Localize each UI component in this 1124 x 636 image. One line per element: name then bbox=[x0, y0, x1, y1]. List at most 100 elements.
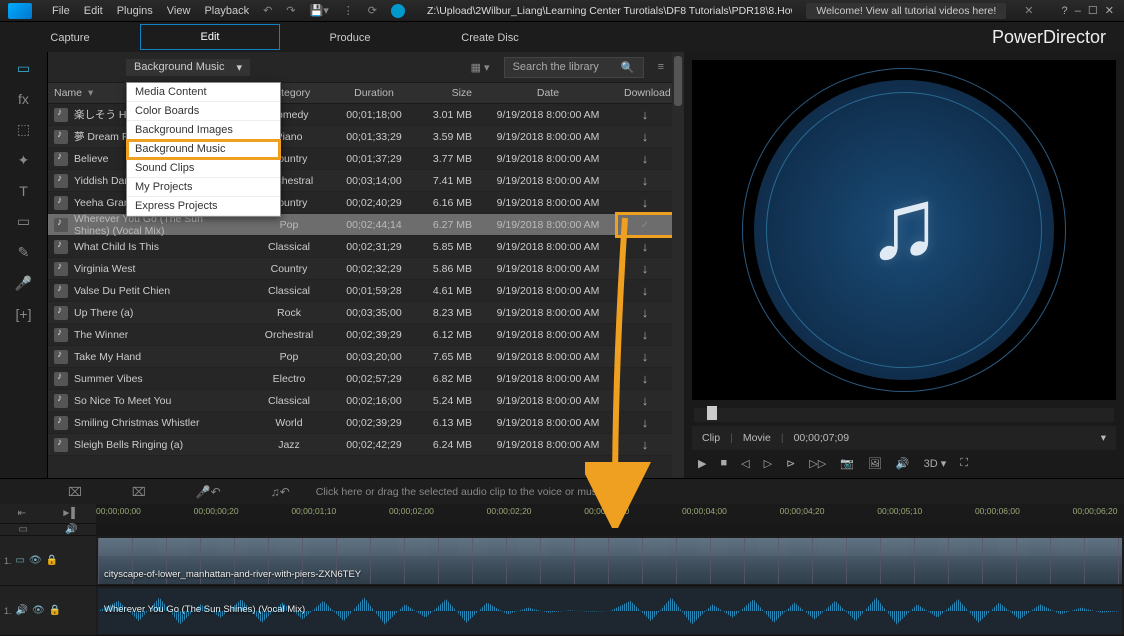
menu-icon[interactable]: ≡ bbox=[658, 61, 664, 73]
lock-icon[interactable]: 🔒 bbox=[49, 605, 61, 616]
quality-dropdown[interactable]: ▾ bbox=[1101, 432, 1106, 444]
menu-view[interactable]: View bbox=[167, 5, 191, 17]
col-date[interactable]: Date bbox=[478, 84, 618, 102]
preview-ctrl-0[interactable]: ▶ bbox=[698, 457, 706, 470]
download-icon[interactable]: ↓ bbox=[618, 236, 672, 257]
preview-ctrl-2[interactable]: ◁ bbox=[741, 457, 749, 470]
audio-track[interactable]: Wherever You Go (The Sun Shines) (Vocal … bbox=[96, 586, 1124, 636]
col-size[interactable]: Size bbox=[414, 84, 478, 102]
preview-ctrl-5[interactable]: ▷▷ bbox=[809, 457, 826, 470]
preview-ctrl-10[interactable]: ⛶ bbox=[960, 457, 968, 470]
close-banner-icon[interactable]: ✕ bbox=[1024, 4, 1033, 17]
sidebar-room-7[interactable]: 🎤 bbox=[12, 275, 36, 292]
search-input[interactable]: Search the library 🔍 bbox=[504, 57, 644, 78]
download-icon[interactable]: ↓ bbox=[618, 434, 672, 455]
menu-plugins[interactable]: Plugins bbox=[117, 5, 153, 17]
dropdown-item-5[interactable]: My Projects bbox=[127, 178, 280, 197]
timeline-tool-1[interactable]: ⌧ bbox=[132, 485, 146, 499]
audio-clip[interactable]: Wherever You Go (The Sun Shines) (Vocal … bbox=[98, 588, 1122, 634]
library-row[interactable]: Wherever You Go (The Sun Shines) (Vocal … bbox=[48, 214, 672, 236]
download-icon[interactable]: ↓ bbox=[618, 126, 672, 147]
download-icon[interactable]: ↓ bbox=[618, 148, 672, 169]
col-duration[interactable]: Duration bbox=[334, 84, 414, 102]
library-row[interactable]: Sleigh Bells Ringing (a)Jazz00;02;42;296… bbox=[48, 434, 672, 456]
eye-icon[interactable]: 👁 bbox=[29, 555, 42, 566]
download-icon[interactable]: ↓ bbox=[618, 258, 672, 279]
library-row[interactable]: Take My HandPop00;03;20;007.65 MB9/19/20… bbox=[48, 346, 672, 368]
preview-ctrl-8[interactable]: 🔊 bbox=[896, 457, 910, 470]
preview-ctrl-6[interactable]: 📷 bbox=[840, 457, 854, 470]
window-controls[interactable]: ? – ☐ ✕ bbox=[1062, 4, 1116, 17]
download-icon[interactable]: ↓ bbox=[618, 412, 672, 433]
sidebar-room-8[interactable]: [+] bbox=[12, 306, 36, 322]
download-icon[interactable]: ↓ bbox=[618, 368, 672, 389]
track-header-1[interactable]: 1. ▭ 👁 🔒 bbox=[0, 536, 96, 586]
dropdown-item-6[interactable]: Express Projects bbox=[127, 197, 280, 216]
preview-scrubber[interactable] bbox=[694, 408, 1114, 422]
library-scrollbar[interactable] bbox=[672, 52, 684, 478]
movie-mode-button[interactable]: Movie bbox=[743, 432, 771, 444]
undo-icon[interactable]: ↶ bbox=[263, 4, 272, 17]
library-filter-dropdown[interactable]: Background Music ▾ bbox=[126, 59, 250, 76]
menu-file[interactable]: File bbox=[52, 5, 70, 17]
col-download[interactable]: Download bbox=[618, 84, 672, 102]
download-icon[interactable]: ↓ bbox=[618, 390, 672, 411]
tab-edit[interactable]: Edit bbox=[140, 24, 280, 50]
sidebar-room-1[interactable]: fx bbox=[12, 91, 36, 107]
sidebar-room-3[interactable]: ✦ bbox=[12, 152, 36, 169]
library-row[interactable]: The WinnerOrchestral00;02;39;296.12 MB9/… bbox=[48, 324, 672, 346]
timeline-marker-icon[interactable]: ►▌ bbox=[61, 508, 78, 519]
sidebar-room-6[interactable]: ✎ bbox=[12, 244, 36, 261]
view-grid-icon[interactable]: ▦ ▾ bbox=[471, 61, 490, 74]
download-icon[interactable]: ↓ bbox=[618, 192, 672, 213]
menu-playback[interactable]: Playback bbox=[204, 5, 249, 17]
dropdown-item-4[interactable]: Sound Clips bbox=[127, 159, 280, 178]
track-audio-icon[interactable]: 🔊 bbox=[65, 524, 77, 535]
tab-produce[interactable]: Produce bbox=[280, 22, 420, 52]
redo-icon[interactable]: ↷ bbox=[286, 4, 295, 17]
track-header-2[interactable]: 1. 🔊 👁 🔒 bbox=[0, 586, 96, 636]
dropdown-item-0[interactable]: Media Content bbox=[127, 83, 280, 102]
tab-create-disc[interactable]: Create Disc bbox=[420, 22, 560, 52]
library-row[interactable]: Smiling Christmas WhistlerWorld00;02;39;… bbox=[48, 412, 672, 434]
preview-ctrl-3[interactable]: ▷ bbox=[764, 457, 772, 470]
preview-ctrl-9[interactable]: 3D ▾ bbox=[924, 457, 947, 470]
library-row[interactable]: So Nice To Meet YouClassical00;02;16;005… bbox=[48, 390, 672, 412]
download-icon[interactable]: ↓ bbox=[618, 302, 672, 323]
download-icon[interactable]: ↓ bbox=[618, 324, 672, 345]
timeline-goto-start-icon[interactable]: ⇤ bbox=[18, 508, 26, 519]
library-row[interactable]: Up There (a)Rock00;03;35;008.23 MB9/19/2… bbox=[48, 302, 672, 324]
menu-edit[interactable]: Edit bbox=[84, 5, 103, 17]
clip-mode-button[interactable]: Clip bbox=[702, 432, 720, 444]
sidebar-room-4[interactable]: T bbox=[12, 183, 36, 199]
library-row[interactable]: What Child Is ThisClassical00;02;31;295.… bbox=[48, 236, 672, 258]
globe-icon[interactable] bbox=[391, 4, 405, 18]
library-row[interactable]: Valse Du Petit ChienClassical00;01;59;28… bbox=[48, 280, 672, 302]
sidebar-room-0[interactable]: ▭ bbox=[12, 60, 36, 77]
video-track[interactable]: cityscape-of-lower_manhattan-and-river-w… bbox=[96, 536, 1124, 586]
preview-ctrl-7[interactable]: 🖼 bbox=[868, 457, 882, 470]
refresh-icon[interactable]: ⟳ bbox=[368, 4, 377, 17]
track-visibility-icon[interactable]: ▭ bbox=[19, 524, 28, 535]
preview-ctrl-1[interactable]: ■ bbox=[720, 457, 727, 469]
library-row[interactable]: Virginia WestCountry00;02;32;295.86 MB9/… bbox=[48, 258, 672, 280]
timeline-tool-2[interactable]: 🎤↶ bbox=[196, 485, 221, 499]
download-icon[interactable]: ↓ bbox=[618, 170, 672, 191]
sidebar-room-5[interactable]: ▭ bbox=[12, 213, 36, 230]
download-icon[interactable]: ↓ bbox=[618, 346, 672, 367]
col-name[interactable]: Name bbox=[54, 87, 82, 99]
timeline-ruler[interactable]: 00;00;00;0000;00;00;2000;00;01;1000;00;0… bbox=[96, 504, 1124, 524]
library-row[interactable]: Summer VibesElectro00;02;57;296.82 MB9/1… bbox=[48, 368, 672, 390]
sidebar-room-2[interactable]: ⬚ bbox=[12, 121, 36, 138]
download-icon[interactable]: ↓ bbox=[618, 104, 672, 125]
eye-icon[interactable]: 👁 bbox=[32, 605, 45, 616]
dropdown-item-3[interactable]: Background Music bbox=[127, 140, 280, 159]
download-icon[interactable]: ↓ bbox=[618, 280, 672, 301]
timeline-tool-0[interactable]: ⌧ bbox=[68, 485, 82, 499]
lock-icon[interactable]: 🔒 bbox=[46, 555, 58, 566]
timeline-tool-3[interactable]: ♫↶ bbox=[271, 485, 290, 499]
video-clip[interactable]: cityscape-of-lower_manhattan-and-river-w… bbox=[98, 538, 1122, 584]
dropdown-item-1[interactable]: Color Boards bbox=[127, 102, 280, 121]
preview-ctrl-4[interactable]: ⊳ bbox=[786, 457, 795, 470]
download-check-icon[interactable]: ✓ bbox=[618, 215, 672, 235]
